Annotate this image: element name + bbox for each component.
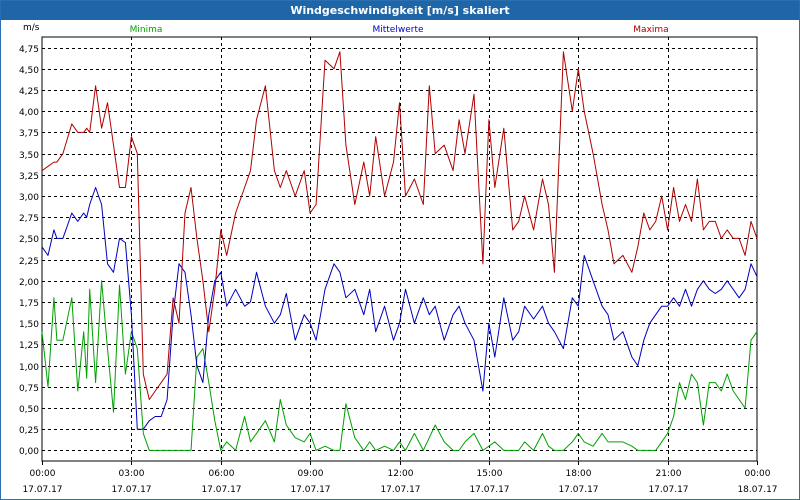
x-tick-time-label: 03:00 xyxy=(119,469,145,479)
x-tick-date-label: 17.07.17 xyxy=(648,485,688,495)
y-tick-label: 3,00 xyxy=(19,193,39,203)
wind-speed-chart: 0,00 0,25 0,50 0,75 1,00 1,25 1,50 1,75 2,00 2,25… xyxy=(19,23,778,495)
x-tick-date-label: 17.07.17 xyxy=(201,485,241,495)
x-tick-time-label: 18:00 xyxy=(566,469,592,479)
window-title: Windgeschwindigkeit [m/s] skaliert xyxy=(1,1,799,20)
legend-maxima: Maxima xyxy=(633,25,668,35)
y-tick-label: 2,75 xyxy=(19,214,39,224)
y-tick-label: 0,50 xyxy=(19,405,39,415)
x-tick-date-label: 17.07.17 xyxy=(111,485,151,495)
y-tick-label: 4,50 xyxy=(19,66,39,76)
x-tick-date-label: 17.07.17 xyxy=(380,485,420,495)
x-tick-time-label: 21:00 xyxy=(656,469,682,479)
y-tick-label: 2,50 xyxy=(19,235,39,245)
y-tick-label: 1,50 xyxy=(19,320,39,330)
chart-window: Windgeschwindigkeit [m/s] skaliert 0,00 0… xyxy=(0,0,800,500)
y-tick-label: 3,75 xyxy=(19,129,39,139)
y-tick-label: 0,25 xyxy=(19,426,39,436)
x-tick-time-label: 00:00 xyxy=(30,469,56,479)
y-axis-unit-label: m/s xyxy=(23,23,40,33)
y-tick-label: 3,50 xyxy=(19,151,39,161)
x-tick-time-label: 00:00 xyxy=(745,469,771,479)
x-tick-time-label: 12:00 xyxy=(388,469,414,479)
y-tick-label: 1,75 xyxy=(19,299,39,309)
y-tick-label: 1,25 xyxy=(19,341,39,351)
y-tick-label: 2,25 xyxy=(19,257,39,267)
x-tick-time-label: 09:00 xyxy=(298,469,324,479)
x-tick-date-label: 17.07.17 xyxy=(22,485,62,495)
y-tick-label: 1,00 xyxy=(19,363,39,373)
y-tick-label: 3,25 xyxy=(19,172,39,182)
x-tick-date-label: 17.07.17 xyxy=(290,485,330,495)
y-tick-label: 0,75 xyxy=(19,384,39,394)
y-tick-label: 4,75 xyxy=(19,45,39,55)
y-tick-label: 4,00 xyxy=(19,108,39,118)
x-tick-date-label: 18.07.17 xyxy=(737,485,777,495)
legend-mittelwerte: Mittelwerte xyxy=(372,25,423,35)
legend-minima: Minima xyxy=(130,25,163,35)
y-tick-label: 2,00 xyxy=(19,278,39,288)
x-tick-date-label: 17.07.17 xyxy=(558,485,598,495)
x-tick-date-label: 17.07.17 xyxy=(469,485,509,495)
x-tick-time-label: 15:00 xyxy=(477,469,503,479)
y-tick-label: 4,25 xyxy=(19,87,39,97)
x-tick-time-label: 06:00 xyxy=(209,469,235,479)
y-tick-label: 0,00 xyxy=(19,447,39,457)
